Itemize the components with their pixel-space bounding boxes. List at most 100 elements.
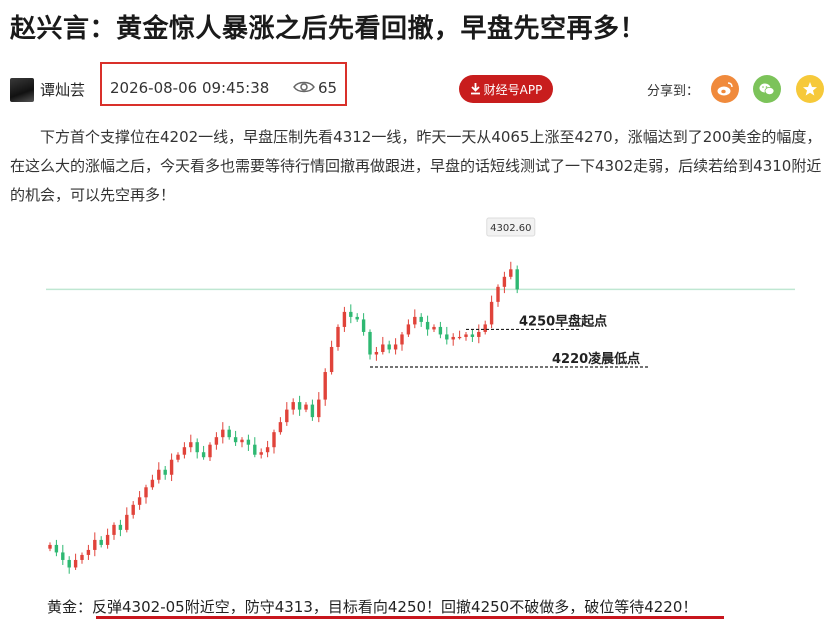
candle-body — [483, 324, 487, 332]
candle-body — [118, 524, 123, 530]
gold-candlestick-chart: 4302.60 4250早盘起点 4220凌晨低点 — [40, 210, 800, 590]
candle-body — [80, 554, 84, 560]
candle-body — [169, 459, 174, 475]
candle-body — [310, 404, 315, 418]
candle-body — [336, 326, 340, 347]
candle-body — [163, 469, 167, 475]
share-weibo-button[interactable] — [711, 75, 739, 103]
candle-body — [86, 549, 91, 555]
conclusion-prefix: 黄金： — [47, 598, 93, 616]
candle-body — [240, 439, 244, 443]
candle-body — [438, 326, 443, 335]
candle-body — [317, 399, 321, 418]
candle-body — [387, 344, 391, 350]
candle-body — [157, 469, 161, 480]
author-name[interactable]: 谭灿芸 — [40, 79, 85, 100]
conclusion-underline — [96, 616, 724, 619]
candle-body — [259, 452, 263, 455]
candle-body — [54, 544, 59, 553]
candle-body — [419, 316, 423, 322]
author-avatar[interactable] — [10, 78, 34, 102]
candle-body — [400, 334, 404, 345]
candle-body — [272, 432, 276, 448]
candle-body — [361, 319, 366, 332]
candle-body — [477, 331, 481, 337]
app-download-label: 财经号APP — [483, 82, 543, 97]
candle-body — [457, 336, 462, 339]
candle-body — [144, 487, 148, 498]
candle-body — [253, 444, 257, 455]
candle-body — [470, 334, 475, 337]
share-favorite-button[interactable] — [796, 75, 824, 103]
candle-body — [304, 404, 308, 410]
candle-body — [355, 316, 359, 320]
candle-body — [93, 539, 97, 550]
article-body: 下方首个支撑位在4202一线，早盘压制先看4312一线，昨天一天从4065上涨至… — [10, 128, 822, 204]
candle-body — [374, 351, 379, 355]
conclusion-text: 反弹4302-05附近空，防守4313，目标看向4250！回撤4250不破做多，… — [92, 598, 698, 616]
high-label: 4302.60 — [486, 217, 536, 237]
candle-body — [227, 429, 231, 438]
candle-body — [509, 269, 513, 277]
candle-body — [489, 301, 494, 325]
share-label: 分享到： — [647, 84, 700, 99]
candle-body — [368, 331, 372, 355]
app-download-button[interactable]: 财经号APP — [459, 75, 553, 103]
candle-body — [445, 334, 449, 340]
candle-body — [201, 452, 206, 458]
candle-body — [432, 326, 436, 330]
candle-body — [112, 524, 116, 535]
candle-body — [297, 402, 302, 410]
high-label-text: 4302.60 — [490, 223, 531, 234]
candle-body — [176, 454, 180, 460]
candle-body — [214, 437, 219, 445]
candle-body — [425, 321, 430, 330]
view-count: 65 — [318, 79, 338, 97]
candle-body — [278, 422, 283, 433]
annotation-label: 4250早盘起点 — [519, 313, 607, 329]
candle-body — [99, 539, 103, 545]
candle-body — [406, 324, 411, 335]
candle-body — [246, 439, 251, 445]
candle-body — [381, 344, 385, 352]
candle-body — [73, 559, 78, 568]
candle-body — [48, 544, 52, 549]
candle-body — [464, 334, 468, 337]
candle-body — [182, 447, 187, 455]
candle-body — [221, 429, 225, 438]
conclusion: 黄金：反弹4302-05附近空，防守4313，目标看向4250！回撤4250不破… — [47, 596, 697, 617]
candle-body — [265, 447, 270, 453]
wechat-icon — [759, 83, 775, 95]
candle-body — [189, 442, 193, 448]
publish-datetime: 2026-08-06 09:45:38 — [110, 79, 270, 97]
annotation-label: 4220凌晨低点 — [552, 351, 640, 367]
star-icon — [803, 82, 817, 96]
candle-body — [131, 504, 135, 515]
candle-body — [150, 479, 155, 488]
candle-body — [61, 552, 65, 560]
candle-body — [233, 437, 238, 443]
candle-body — [125, 514, 129, 530]
candle-body — [105, 534, 110, 545]
candle-body — [323, 372, 327, 400]
candle-body — [496, 286, 500, 302]
candle-body — [502, 276, 507, 287]
candle-body — [451, 336, 455, 340]
download-icon — [470, 83, 480, 95]
weibo-icon — [717, 82, 733, 96]
candle-body — [195, 442, 199, 453]
candle-body — [413, 316, 417, 325]
annotations-group: 4250早盘起点 4220凌晨低点 — [370, 313, 650, 368]
candle-body — [342, 311, 347, 327]
candle-body — [515, 269, 519, 290]
share-wechat-button[interactable] — [753, 75, 781, 103]
candle-body — [393, 344, 398, 350]
eye-icon — [293, 81, 315, 93]
candle-body — [285, 409, 289, 423]
candle-body — [208, 444, 212, 458]
candle-body — [137, 497, 142, 505]
candle-body — [67, 559, 71, 568]
chart-svg: 4302.60 4250早盘起点 4220凌晨低点 — [46, 217, 795, 574]
article-title: 赵兴言：黄金惊人暴涨之后先看回撤，早盘先空再多！ — [10, 14, 647, 44]
article-meta: 谭灿芸 2026-08-06 09:45:38 65 财经号APP 分享到： — [0, 60, 836, 108]
